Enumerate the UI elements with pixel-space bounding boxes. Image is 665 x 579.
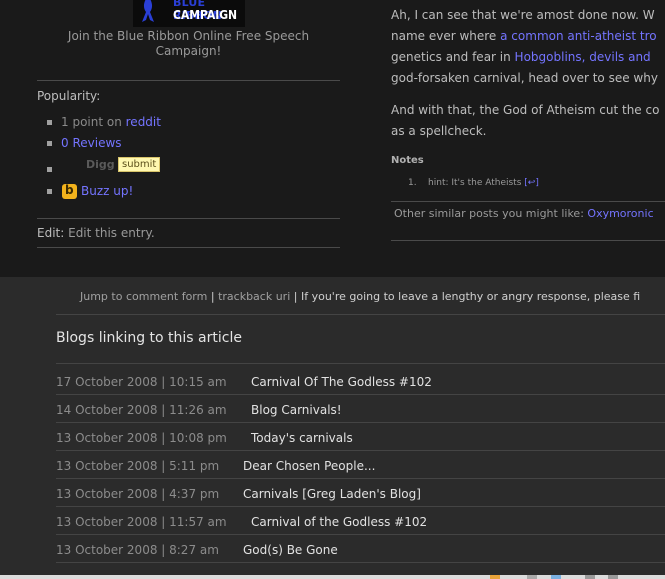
- blog-link[interactable]: God(s) Be Gone: [243, 543, 338, 557]
- post-paragraph-2: And with that, the God of Atheism cut th…: [391, 100, 659, 142]
- post-line: god-forsaken carnival, head over to see …: [391, 71, 658, 85]
- footer-icon[interactable]: [608, 575, 618, 579]
- blog-link[interactable]: Carnivals [Greg Laden's Blog]: [243, 487, 421, 501]
- list-item: 17 October 2008 | 10:15 am Carnival Of Th…: [0, 366, 609, 394]
- divider: [391, 201, 665, 202]
- list-item: 13 October 2008 | 11:57 am Carnival of th…: [0, 506, 609, 534]
- post-meta-links: Jump to comment form | trackback uri | I…: [80, 290, 640, 303]
- similar-posts: Other similar posts you might like: Oxym…: [394, 207, 654, 220]
- list-item: 13 October 2008 | 10:08 pm Today's carniv…: [0, 422, 609, 450]
- comment-notice: If you're going to leave a lengthy or an…: [300, 290, 641, 303]
- buzz-up-link[interactable]: Buzz up!: [81, 184, 133, 198]
- link-date: 13 October 2008 | 10:08 pm: [56, 431, 227, 445]
- anti-atheist-link[interactable]: a common anti-atheist tro: [500, 29, 656, 43]
- list-item: 14 October 2008 | 11:26 am Blog Carnivals…: [0, 394, 609, 422]
- bullet: [47, 167, 52, 172]
- blue-ribbon-caption: Join the Blue Ribbon Online Free Speech …: [67, 29, 310, 58]
- post-line: And with that, the God of Atheism cut th…: [391, 103, 660, 117]
- link-date: 13 October 2008 | 11:57 am: [56, 515, 227, 529]
- link-date: 13 October 2008 | 5:11 pm: [56, 459, 220, 473]
- divider: [391, 240, 665, 241]
- divider: [56, 314, 665, 315]
- similar-post-link[interactable]: Oxymoronic: [587, 207, 653, 220]
- digg-submit-button[interactable]: submit: [118, 157, 161, 172]
- post-paragraph-1: Ah, I can see that we're amost done now.…: [391, 5, 658, 89]
- footnote: 1. hint: It's the Atheists [↩]: [408, 178, 539, 188]
- post-line: name ever where a common anti-atheist tr…: [391, 26, 658, 47]
- rss-icon[interactable]: [490, 575, 500, 579]
- edit-row: Edit: Edit this entry.: [37, 226, 155, 240]
- footnote-number: 1.: [408, 178, 417, 188]
- buzz-icon-letter: b: [65, 183, 74, 197]
- banner-line-2: CAMPAIGN: [173, 8, 238, 22]
- bullet: [47, 189, 52, 194]
- hobgoblins-link[interactable]: Hobgoblins, devils and: [515, 50, 651, 64]
- list-item: 13 October 2008 | 8:27 am God(s) Be Gone: [0, 534, 609, 562]
- link-date: 14 October 2008 | 11:26 am: [56, 403, 227, 417]
- digg-label: Digg: [86, 158, 115, 171]
- blog-link[interactable]: Today's carnivals: [251, 431, 353, 445]
- edit-label: Edit:: [37, 226, 65, 240]
- edit-entry-link[interactable]: Edit this entry.: [68, 226, 155, 240]
- trackback-uri-link[interactable]: trackback uri: [218, 290, 290, 303]
- popularity-label: Popularity:: [37, 89, 101, 103]
- footer-strip: [0, 575, 665, 579]
- footer-icon[interactable]: [527, 575, 537, 579]
- post-area: BLUE RIBBON CAMPAIGN Join the Blue Ribbo…: [0, 0, 665, 277]
- points-item: 1 point on reddit: [61, 115, 161, 129]
- post-text: genetics and fear in: [391, 50, 515, 64]
- bullet: [47, 141, 52, 146]
- separator: |: [210, 290, 215, 303]
- bullet: [47, 120, 52, 125]
- link-date: 17 October 2008 | 10:15 am: [56, 375, 227, 389]
- divider: [56, 363, 665, 364]
- similar-posts-label: Other similar posts you might like:: [394, 207, 584, 220]
- post-line: genetics and fear in Hobgoblins, devils …: [391, 47, 658, 68]
- footer-icon[interactable]: [585, 575, 595, 579]
- points-text: 1 point on: [61, 115, 126, 129]
- list-item: 13 October 2008 | 4:37 pm Carnivals [Greg…: [0, 478, 609, 506]
- blog-link[interactable]: Carnival of the Godless #102: [251, 515, 427, 529]
- blog-link[interactable]: Carnival Of The Godless #102: [251, 375, 432, 389]
- blog-link[interactable]: Dear Chosen People...: [243, 459, 375, 473]
- post-text: name ever where: [391, 29, 501, 43]
- link-date: 13 October 2008 | 4:37 pm: [56, 487, 220, 501]
- divider: [37, 80, 340, 81]
- list-item: 13 October 2008 | 5:11 pm Dear Chosen Peo…: [0, 450, 609, 478]
- footer-icon[interactable]: [551, 575, 561, 579]
- divider: [37, 247, 340, 248]
- separator: |: [293, 290, 298, 303]
- link-date: 13 October 2008 | 8:27 am: [56, 543, 219, 557]
- row-divider: [56, 562, 665, 563]
- comments-area: Jump to comment form | trackback uri | I…: [0, 277, 665, 579]
- blogs-linking-heading: Blogs linking to this article: [56, 330, 242, 346]
- blue-ribbon-icon: [142, 0, 154, 22]
- post-line: Ah, I can see that we're amost done now.…: [391, 8, 655, 22]
- footnote-text: hint: It's the Atheists: [428, 178, 522, 188]
- jump-to-comment-link[interactable]: Jump to comment form: [80, 290, 207, 303]
- divider: [37, 218, 340, 219]
- reddit-link[interactable]: reddit: [126, 115, 161, 129]
- footnote-back-link[interactable]: [↩]: [524, 178, 539, 188]
- blue-ribbon-banner[interactable]: BLUE RIBBON CAMPAIGN: [133, 0, 245, 27]
- buzz-icon: b: [62, 183, 77, 199]
- blog-link[interactable]: Blog Carnivals!: [251, 403, 342, 417]
- reviews-link[interactable]: 0 Reviews: [61, 136, 122, 150]
- notes-heading: Notes: [391, 155, 424, 166]
- post-line: as a spellcheck.: [391, 124, 487, 138]
